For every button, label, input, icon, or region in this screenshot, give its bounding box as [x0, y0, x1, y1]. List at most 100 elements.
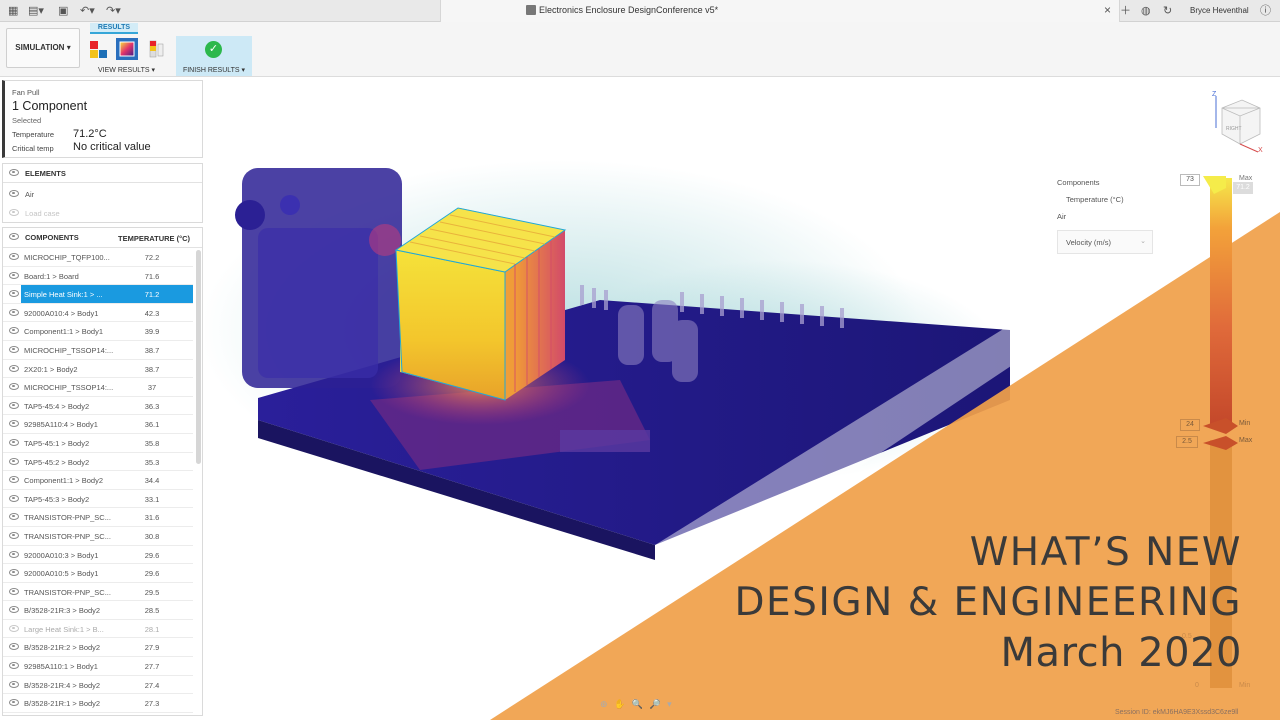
visibility-icon[interactable] — [9, 420, 19, 428]
visibility-icon[interactable] — [9, 401, 19, 409]
temperature-max-input[interactable]: 73 — [1180, 174, 1200, 186]
component-row[interactable]: Component1:1 > Body1 39.9 — [3, 322, 193, 341]
visibility-icon[interactable] — [9, 699, 19, 707]
add-tab-icon[interactable]: ＋ — [1120, 3, 1131, 19]
visibility-icon[interactable] — [9, 383, 19, 391]
element-row-air[interactable]: Air — [3, 185, 202, 204]
visibility-icon[interactable] — [9, 643, 19, 651]
workspace-switcher[interactable]: SIMULATION ▾ — [6, 28, 80, 68]
file-icon[interactable]: ▤▾ — [28, 3, 44, 19]
component-row[interactable]: Simple Heat Sink:1 > ... 71.2 — [3, 285, 193, 304]
element-row-load-case[interactable]: Load case — [3, 204, 202, 223]
redo-icon[interactable]: ↷▾ — [106, 3, 121, 19]
component-row[interactable]: B/3528-21R:4 > Body2 27.4 — [3, 676, 193, 695]
air-quantity-dropdown[interactable]: Velocity (m/s) ⌄ — [1057, 230, 1153, 254]
tab-results[interactable]: RESULTS — [90, 23, 138, 34]
component-row[interactable]: MICROCHIP_TQFP100... 72.2 — [3, 248, 193, 267]
visibility-icon[interactable] — [9, 290, 19, 298]
component-row[interactable]: Large Heat Sink:1 > B... 28.1 — [3, 620, 193, 639]
navigation-toolbar[interactable]: ⊕ ✋ 🔍 🔎 ▾ — [600, 699, 674, 710]
component-row[interactable]: B/3528-21R:2 > Body2 27.9 — [3, 638, 193, 658]
component-name: TAP5-45:2 > Body2 — [24, 457, 90, 467]
grid-icon[interactable]: ▦ — [8, 3, 18, 19]
component-row[interactable]: TRANSISTOR-PNP_SC... 30.8 — [3, 527, 193, 546]
visibility-icon[interactable] — [9, 550, 19, 558]
component-row[interactable]: B/3528-21R:3 > Body2 28.5 — [3, 601, 193, 620]
visibility-icon[interactable] — [9, 364, 19, 372]
hidden-icon[interactable] — [9, 624, 19, 632]
component-row[interactable]: 92000A010:5 > Body1 29.6 — [3, 564, 193, 583]
component-row[interactable]: TAP5-45:1 > Body2 35.8 — [3, 434, 193, 453]
visibility-icon[interactable] — [9, 327, 19, 335]
component-name: Large Heat Sink:1 > B... — [24, 624, 104, 634]
elements-header[interactable]: ELEMENTS — [3, 164, 202, 183]
legend-air-label: Air — [1057, 212, 1067, 221]
visibility-icon[interactable] — [9, 345, 19, 353]
temperature-column-header[interactable]: TEMPERATURE (°C) — [118, 234, 190, 243]
view-cube[interactable]: RIGHT Z X — [1208, 88, 1268, 154]
legend-icon[interactable] — [146, 38, 168, 60]
components-scrollbar[interactable] — [196, 250, 201, 464]
heat-sink[interactable] — [394, 207, 567, 401]
visibility-icon[interactable] — [9, 438, 19, 446]
temperature-min-input[interactable]: 24 — [1180, 419, 1200, 431]
document-tab[interactable]: Electronics Enclosure DesignConference v… — [440, 0, 1120, 22]
visibility-icon[interactable] — [9, 680, 19, 688]
component-row[interactable]: MICROCHIP_TSSOP14:... 37 — [3, 378, 193, 397]
components-color-icon[interactable] — [88, 38, 110, 60]
component-row[interactable]: MICROCHIP_TSSOP14:... 38.7 — [3, 341, 193, 360]
visibility-icon[interactable] — [9, 531, 19, 539]
component-row[interactable]: Board:1 > Board 71.6 — [3, 267, 193, 286]
visibility-icon[interactable] — [9, 169, 19, 176]
visibility-icon[interactable] — [9, 271, 19, 279]
component-name: MICROCHIP_TSSOP14:... — [24, 383, 114, 393]
component-row[interactable]: 92000A010:4 > Body1 42.3 — [3, 304, 193, 323]
components-header[interactable]: COMPONENTS TEMPERATURE (°C) — [3, 228, 202, 248]
component-row[interactable]: TRANSISTOR-PNP_SC... 31.6 — [3, 508, 193, 527]
visibility-icon[interactable] — [9, 233, 19, 240]
user-name[interactable]: Bryce Heventhal — [1190, 6, 1249, 15]
component-row[interactable]: 92985A110:1 > Body1 27.7 — [3, 657, 193, 676]
temperature-scale-bar[interactable] — [1210, 178, 1232, 428]
refresh-icon[interactable]: ↻ — [1163, 3, 1172, 19]
component-row[interactable]: Component1:1 > Body2 34.4 — [3, 471, 193, 490]
undo-icon[interactable]: ↶▾ — [80, 3, 95, 19]
velocity-min-label: Min — [1239, 682, 1251, 689]
view-results-label: VIEW RESULTS — [98, 67, 150, 74]
visibility-icon[interactable] — [9, 476, 19, 484]
view-results-icon[interactable] — [116, 38, 138, 60]
visibility-icon[interactable] — [9, 587, 19, 595]
visibility-icon[interactable] — [9, 457, 19, 465]
visibility-icon[interactable] — [9, 308, 19, 316]
element-label: Air — [25, 190, 35, 199]
component-row[interactable]: 92985A110:4 > Body1 36.1 — [3, 415, 193, 434]
component-row[interactable]: TAP5-45:4 > Body2 36.3 — [3, 397, 193, 416]
component-row[interactable]: TRANSISTOR-PNP_SC... 29.5 — [3, 583, 193, 602]
extensions-icon[interactable]: ◍ — [1141, 3, 1151, 19]
finish-results-button[interactable]: ✓ FINISH RESULTS ▾ — [176, 36, 252, 76]
close-tab-button[interactable]: × — [1104, 3, 1111, 17]
velocity-zero-label: 0 — [1195, 682, 1199, 689]
velocity-max-input[interactable]: 2.5 — [1176, 436, 1198, 448]
visibility-icon[interactable] — [9, 662, 19, 670]
hidden-icon[interactable] — [9, 209, 19, 216]
visibility-icon[interactable] — [9, 569, 19, 577]
component-row[interactable]: TAP5-45:2 > Body2 35.3 — [3, 453, 193, 472]
visibility-icon[interactable] — [9, 513, 19, 521]
visibility-icon[interactable] — [9, 253, 19, 260]
view-results-dropdown[interactable]: VIEW RESULTS ▾ — [98, 66, 155, 74]
component-temperature: 72.2 — [144, 253, 160, 262]
visibility-icon[interactable] — [9, 190, 19, 197]
component-temperature: 71.2 — [144, 290, 160, 300]
visibility-icon[interactable] — [9, 606, 19, 614]
help-icon[interactable]: ⓘ — [1260, 3, 1271, 19]
component-row[interactable]: B/3528-21R:1 > Body2 27.3 — [3, 694, 193, 713]
chip[interactable] — [560, 430, 650, 452]
temperature-key: Temperature — [12, 130, 55, 139]
visibility-icon[interactable] — [9, 494, 19, 502]
save-icon[interactable]: ▣ — [58, 3, 68, 19]
component-row[interactable]: 2X20:1 > Body2 38.7 — [3, 360, 193, 379]
component-row[interactable]: TAP5-45:3 > Body2 33.1 — [3, 490, 193, 509]
component-row[interactable]: 92000A010:3 > Body1 29.6 — [3, 546, 193, 565]
fan-assembly[interactable] — [235, 168, 402, 388]
